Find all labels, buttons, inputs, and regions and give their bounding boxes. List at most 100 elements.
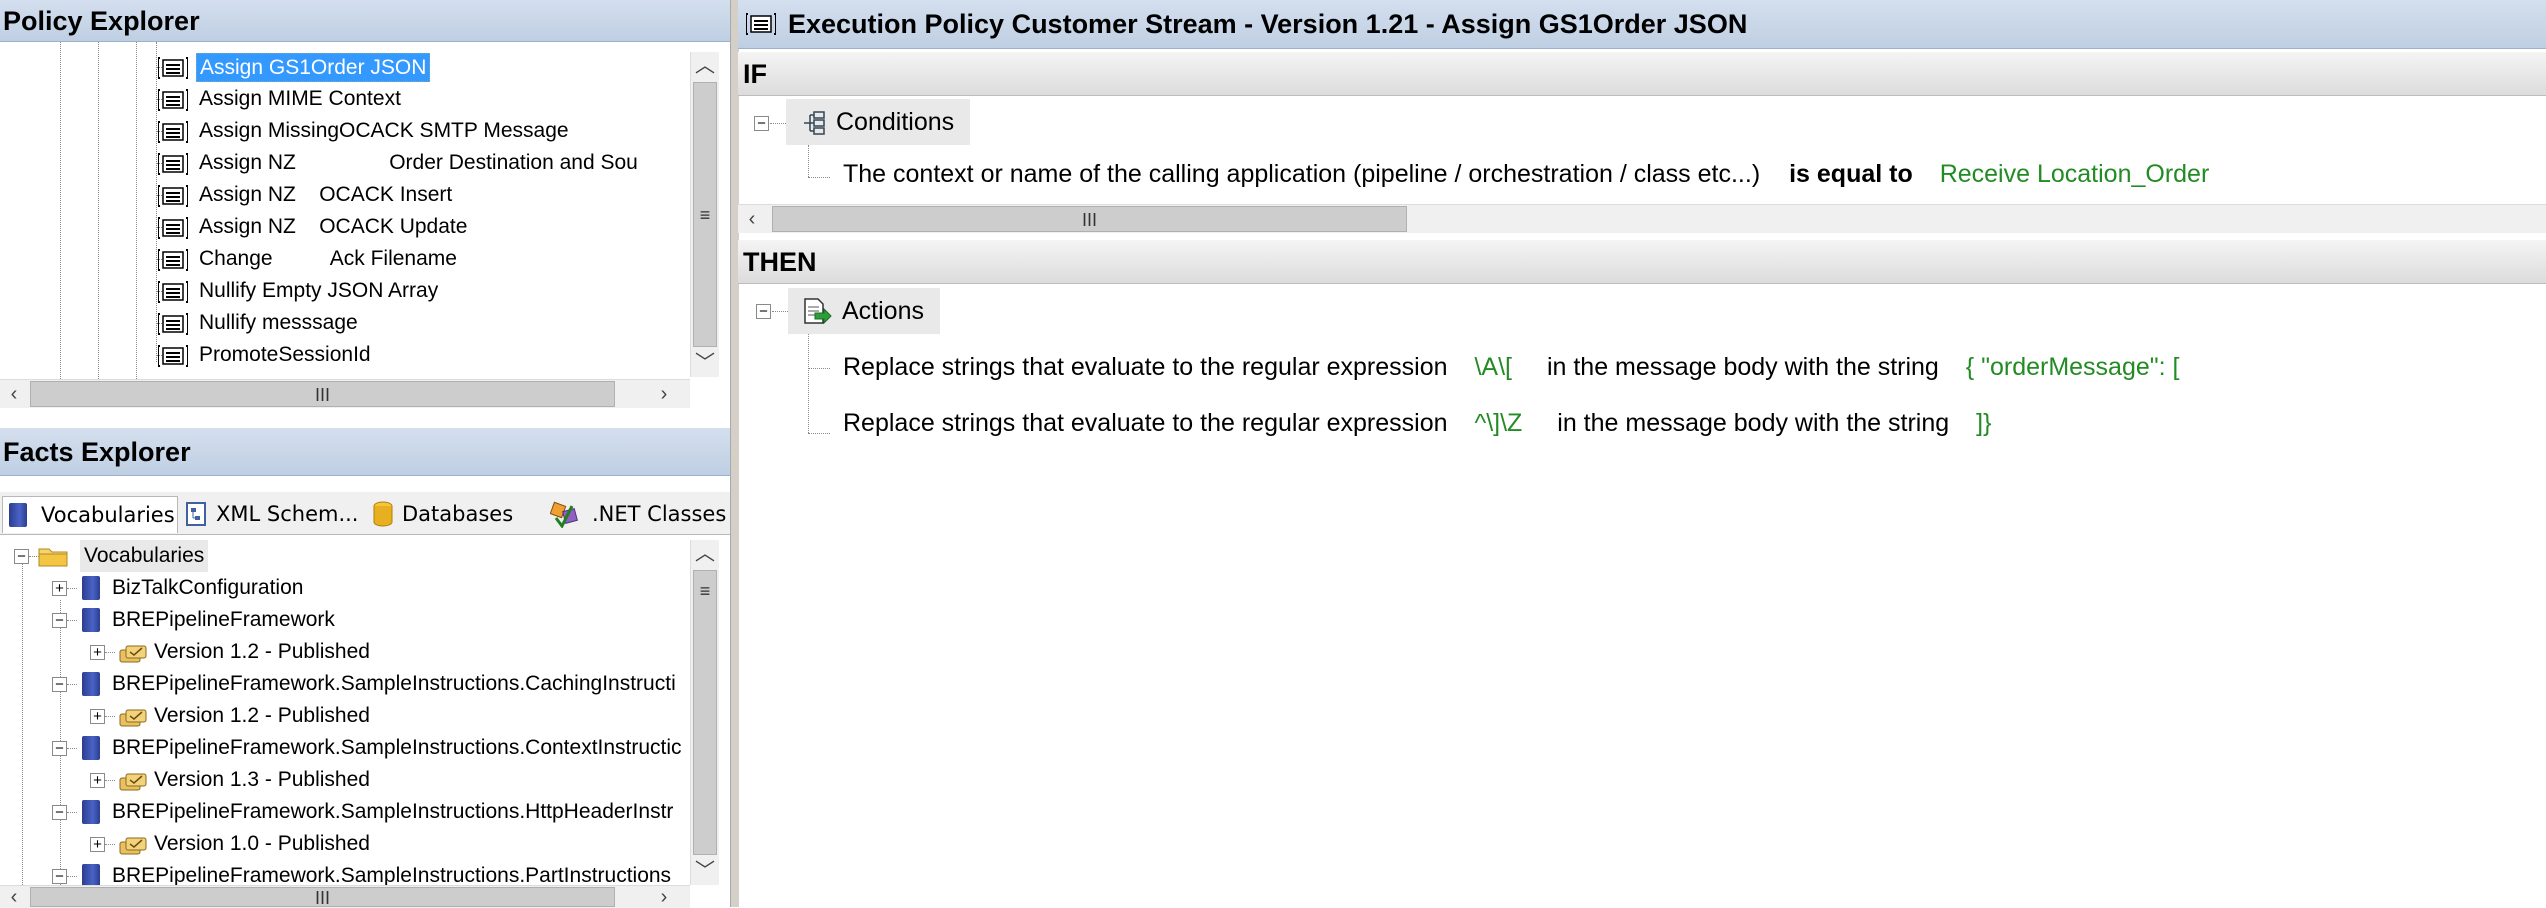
action-middle[interactable]: in the message body with the string	[1547, 353, 1939, 381]
policy-rule-label[interactable]: Assign MIME Context	[196, 83, 404, 115]
expand-icon[interactable]: +	[52, 581, 67, 596]
policy-rule-label[interactable]: Assign MissingOCACK SMTP Message	[196, 115, 572, 147]
panel-splitter[interactable]	[730, 0, 739, 907]
rule-icon	[157, 313, 189, 335]
tab-databases[interactable]: Databases	[368, 496, 528, 532]
policy-rule-label[interactable]: Nullify Empty JSON Array	[196, 275, 441, 307]
collapse-icon[interactable]: −	[52, 805, 67, 820]
vocabulary-item[interactable]: − BREPipelineFramework.SampleInstructions…	[0, 732, 690, 764]
if-section-header: IF	[738, 52, 2546, 96]
policy-rule-item[interactable]: Change Ack Filename	[0, 243, 690, 275]
action-middle[interactable]: in the message body with the string	[1557, 409, 1949, 437]
policy-rule-label[interactable]: Nullify messsage	[196, 307, 361, 339]
collapse-icon[interactable]: −	[52, 741, 67, 756]
then-section-header: THEN	[738, 240, 2546, 284]
policy-rule-item[interactable]: Assign NZ Order Destination and Sou	[0, 147, 690, 179]
tree-item-label[interactable]: Version 1.3 - Published	[154, 764, 370, 796]
conditions-horizontal-scrollbar[interactable]: ‹ III	[738, 204, 2546, 233]
vocabulary-item[interactable]: − BREPipelineFramework.SampleInstructions…	[0, 668, 690, 700]
action-prefix[interactable]: Replace strings that evaluate to the reg…	[843, 409, 1448, 437]
expand-icon[interactable]: +	[90, 709, 105, 724]
policy-rule-item[interactable]: Assign NZ OCACK Update	[0, 211, 690, 243]
scroll-down-icon[interactable]: ﹀	[691, 349, 719, 377]
tree-item-label[interactable]: Version 1.2 - Published	[154, 636, 370, 668]
tab-net-classes[interactable]: .NET Classes	[546, 496, 730, 532]
tree-item-label[interactable]: BREPipelineFramework	[112, 604, 335, 636]
tab-vocabularies[interactable]: Vocabularies	[2, 496, 178, 533]
expand-icon[interactable]: +	[90, 645, 105, 660]
actions-node[interactable]: Actions	[788, 288, 940, 334]
collapse-icon[interactable]: −	[14, 549, 29, 564]
rule-icon	[746, 13, 776, 35]
scrollbar-thumb[interactable]: ≡	[693, 570, 717, 855]
action-replacement[interactable]: ]}	[1976, 409, 1991, 437]
scroll-right-icon[interactable]: ›	[650, 886, 678, 908]
expand-icon[interactable]: +	[90, 837, 105, 852]
action-row[interactable]: Replace strings that evaluate to the reg…	[843, 353, 2179, 382]
collapse-icon[interactable]: −	[52, 677, 67, 692]
policy-explorer-vertical-scrollbar[interactable]: ︿ ≡ ﹀	[690, 52, 719, 377]
scroll-left-icon[interactable]: ‹	[0, 380, 28, 408]
facts-explorer-vertical-scrollbar[interactable]: ︿ ≡ ﹀	[690, 540, 719, 885]
collapse-conditions-icon[interactable]: −	[754, 116, 769, 131]
vocabulary-item[interactable]: − BREPipelineFramework.SampleInstructions…	[0, 796, 690, 828]
scroll-right-icon[interactable]: ›	[650, 380, 678, 408]
vocabulary-version-item[interactable]: + Version 1.0 - Published	[0, 828, 690, 860]
vocabulary-version-item[interactable]: + Version 1.3 - Published	[0, 764, 690, 796]
tree-item-label[interactable]: BREPipelineFramework.SampleInstructions.…	[112, 796, 673, 828]
tree-item-label[interactable]: BREPipelineFramework.SampleInstructions.…	[112, 668, 676, 700]
tree-item-label[interactable]: Version 1.0 - Published	[154, 828, 370, 860]
tree-item-label[interactable]: Version 1.2 - Published	[154, 700, 370, 732]
policy-rule-label[interactable]: Assign NZ Order Destination and Sou	[196, 147, 641, 179]
scroll-down-icon[interactable]: ﹀	[691, 857, 719, 885]
policy-rule-item[interactable]: Nullify messsage	[0, 307, 690, 339]
vocabulary-version-icon	[118, 706, 148, 727]
tab-xml-schemas[interactable]: XML Schem...	[182, 496, 358, 532]
tree-item-label[interactable]: Vocabularies	[80, 540, 209, 572]
facts-explorer-horizontal-scrollbar[interactable]: ‹ III ›	[0, 885, 690, 908]
action-replacement[interactable]: { "orderMessage": [	[1966, 353, 2180, 381]
policy-rule-item[interactable]: Assign GS1Order JSON	[0, 51, 690, 83]
tree-item-label[interactable]: BizTalkConfiguration	[112, 572, 303, 604]
policy-rule-item[interactable]: Assign MIME Context	[0, 83, 690, 115]
vocabulary-item[interactable]: − BREPipelineFramework	[0, 604, 690, 636]
vocabulary-version-item[interactable]: + Version 1.2 - Published	[0, 636, 690, 668]
scroll-up-icon[interactable]: ︿	[691, 540, 719, 568]
action-prefix[interactable]: Replace strings that evaluate to the reg…	[843, 353, 1448, 381]
vocabulary-version-item[interactable]: + Version 1.2 - Published	[0, 700, 690, 732]
collapse-actions-icon[interactable]: −	[756, 304, 771, 319]
scrollbar-thumb[interactable]: III	[30, 381, 615, 407]
collapse-icon[interactable]: −	[52, 613, 67, 628]
collapse-icon[interactable]: −	[52, 869, 67, 884]
scrollbar-thumb[interactable]: III	[30, 887, 615, 908]
expand-icon[interactable]: +	[90, 773, 105, 788]
scroll-left-icon[interactable]: ‹	[0, 886, 28, 908]
vocabulary-item[interactable]: + BizTalkConfiguration	[0, 572, 690, 604]
policy-rule-label[interactable]: PromoteSessionId	[196, 339, 374, 371]
condition-subject[interactable]: The context or name of the calling appli…	[843, 160, 1760, 188]
scrollbar-thumb[interactable]: III	[772, 206, 1407, 232]
book-icon	[82, 736, 100, 760]
policy-rule-item[interactable]: Assign NZ OCACK Insert	[0, 179, 690, 211]
conditions-node[interactable]: Conditions	[786, 99, 971, 145]
policy-rule-item[interactable]: Assign MissingOCACK SMTP Message	[0, 115, 690, 147]
policy-rule-item[interactable]: Nullify Empty JSON Array	[0, 275, 690, 307]
action-pattern[interactable]: \A\[	[1474, 353, 1512, 381]
condition-value[interactable]: Receive Location_Order	[1940, 160, 2210, 188]
action-row[interactable]: Replace strings that evaluate to the reg…	[843, 409, 1991, 438]
policy-rule-label[interactable]: Assign NZ OCACK Update	[196, 211, 470, 243]
policy-rule-item[interactable]: PromoteSessionId	[0, 339, 690, 371]
condition-row[interactable]: The context or name of the calling appli…	[843, 160, 2209, 189]
tree-item-label[interactable]: BREPipelineFramework.SampleInstructions.…	[112, 732, 682, 764]
action-pattern[interactable]: ^\]\Z	[1474, 409, 1522, 437]
vocabularies-root-item[interactable]: − Vocabularies	[0, 540, 690, 572]
policy-rule-label[interactable]: Assign NZ OCACK Insert	[196, 179, 455, 211]
scrollbar-thumb[interactable]: ≡	[693, 82, 717, 347]
scroll-up-icon[interactable]: ︿	[691, 52, 719, 80]
condition-operator[interactable]: is equal to	[1789, 160, 1913, 188]
rule-icon	[157, 249, 189, 271]
policy-explorer-horizontal-scrollbar[interactable]: ‹ III ›	[0, 379, 690, 408]
policy-rule-label[interactable]: Change Ack Filename	[196, 243, 460, 275]
policy-rule-label[interactable]: Assign GS1Order JSON	[196, 53, 431, 82]
scroll-left-icon[interactable]: ‹	[738, 205, 766, 233]
